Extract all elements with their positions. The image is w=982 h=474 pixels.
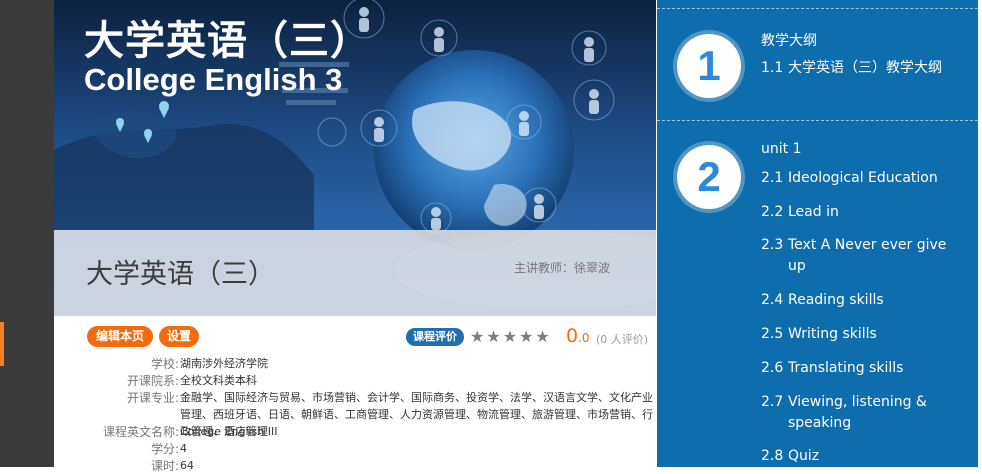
left-gutter <box>0 0 54 467</box>
settings-button[interactable]: 设置 <box>159 326 199 347</box>
rating-score-decimal: .0 <box>578 331 590 345</box>
section-number-badge: 1 <box>677 34 741 98</box>
outline-item-label: Reading skills <box>788 292 884 308</box>
outline-item-label: Quiz <box>788 448 820 464</box>
star-icon[interactable]: ★ <box>503 327 517 347</box>
info-label: 学校: <box>150 357 179 371</box>
divider <box>657 120 978 121</box>
section-heading: unit 1 <box>761 141 802 157</box>
info-value: 湖南涉外经济学院 <box>180 357 268 370</box>
outline-item[interactable]: 2.2 Lead in <box>761 202 961 223</box>
section-number-badge: 2 <box>677 145 741 209</box>
outline-item-number: 2.3 <box>761 237 784 253</box>
info-label: 课程英文名称: <box>102 425 179 439</box>
outline-item-number: 2.6 <box>761 360 784 376</box>
section-heading: 教学大纲 <box>761 33 817 49</box>
info-label: 开课专业: <box>126 391 179 405</box>
outline-item[interactable]: 2.3 Text A Never ever give up <box>761 235 961 277</box>
outline-item-label: Text A Never ever give up <box>788 237 947 274</box>
outline-item-label: Translating skills <box>788 360 904 376</box>
outline-item-number: 2.2 <box>761 204 784 220</box>
rating-score: 0.0 <box>566 325 590 347</box>
outline-item[interactable]: 2.6 Translating skills <box>761 358 961 379</box>
info-label: 开课院系: <box>126 374 179 388</box>
outline-item[interactable]: 2.5 Writing skills <box>761 324 961 345</box>
outline-item-label: Writing skills <box>788 326 877 342</box>
outline-item[interactable]: 1.1 大学英语（三）教学大纲 <box>761 58 961 79</box>
star-icon[interactable]: ★ <box>486 327 500 347</box>
outline-item-number: 2.8 <box>761 448 784 464</box>
outline-item[interactable]: 2.1 Ideological Education <box>761 168 961 189</box>
info-value: 全校文科类本科 <box>180 374 257 387</box>
info-label: 学分: <box>150 442 179 456</box>
outline-item-label: Ideological Education <box>788 170 938 186</box>
course-info-panel: 编辑本页 设置 课程评价 ★ ★ ★ ★ ★ 0.0 (0 人评价) 学校: 湖南涉外经… <box>54 316 656 473</box>
banner-title-zh: 大学英语（三） <box>84 18 371 64</box>
rating-count: (0 人评价) <box>596 333 649 346</box>
info-label: 课时: <box>150 459 179 473</box>
course-outline-sidebar: 1 教学大纲 1.1 大学英语（三）教学大纲 2 unit 1 2.1 Ideo… <box>657 0 978 467</box>
course-title: 大学英语（三） <box>86 259 275 290</box>
star-icon[interactable]: ★ <box>535 327 549 347</box>
outline-item[interactable]: 2.7 Viewing, listening & speaking <box>761 392 961 434</box>
info-value: 4 <box>180 442 187 455</box>
outline-item-label: Lead in <box>788 204 839 220</box>
rating-score-main: 0 <box>566 325 579 347</box>
side-tab-handle[interactable] <box>0 322 4 366</box>
info-value: College English III <box>180 425 278 438</box>
outline-item-number: 2.5 <box>761 326 784 342</box>
course-title-overlay: 大学英语（三） 主讲教师：徐翠波 <box>54 230 656 316</box>
outline-item-label: 大学英语（三）教学大纲 <box>788 60 942 76</box>
outline-item-number: 1.1 <box>761 60 784 76</box>
outline-item[interactable]: 2.8 Quiz <box>761 446 961 467</box>
teacher-label: 主讲教师：徐翠波 <box>514 261 611 275</box>
star-icon[interactable]: ★ <box>470 327 484 347</box>
outline-item-label: Viewing, listening & speaking <box>788 394 927 431</box>
info-value: 64 <box>180 459 194 472</box>
right-edge <box>978 0 982 467</box>
banner-title-en: College English 3 <box>84 62 343 97</box>
edit-page-button[interactable]: 编辑本页 <box>87 326 153 347</box>
outline-item[interactable]: 2.4 Reading skills <box>761 290 961 311</box>
course-rating-button[interactable]: 课程评价 <box>406 328 464 346</box>
course-banner: 大学英语（三） College English 3 大学英语（三） 主讲教师：徐… <box>54 0 656 316</box>
divider <box>657 8 978 9</box>
star-icon[interactable]: ★ <box>519 327 533 347</box>
outline-item-number: 2.4 <box>761 292 784 308</box>
rating-stars[interactable]: ★ ★ ★ ★ ★ <box>470 327 552 347</box>
outline-item-number: 2.7 <box>761 394 784 410</box>
outline-item-number: 2.1 <box>761 170 784 186</box>
